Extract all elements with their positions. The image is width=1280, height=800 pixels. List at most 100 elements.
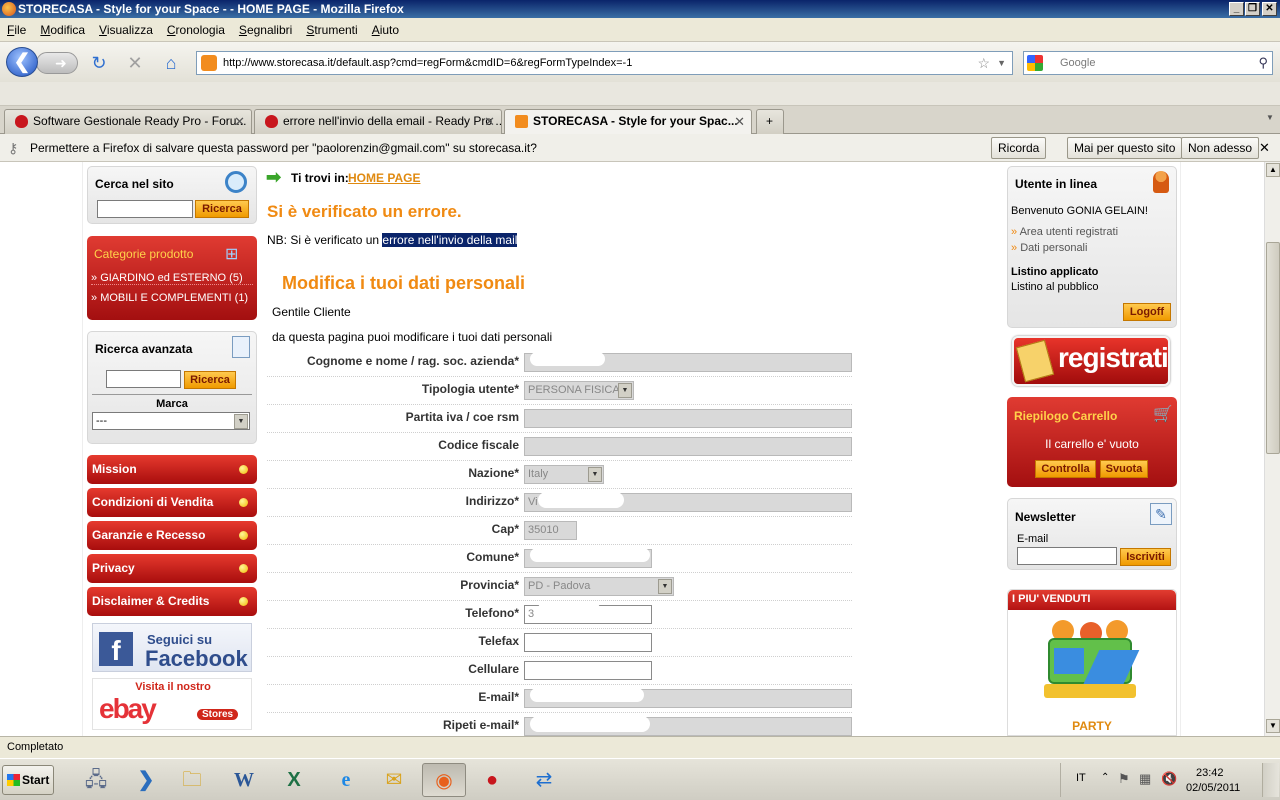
ebay-banner[interactable]: Visita il nostro ebay Stores xyxy=(92,678,252,730)
country-select[interactable]: Italy ▼ xyxy=(524,465,604,484)
start-button[interactable]: Start xyxy=(2,765,54,795)
row-separator xyxy=(267,572,852,573)
tab-forum[interactable]: Software Gestionale Ready Pro - Foru... … xyxy=(4,109,252,134)
powershell-icon[interactable]: ❯ xyxy=(124,763,168,797)
menu-label: Mission xyxy=(92,462,137,476)
tab-list-icon[interactable]: ▼ xyxy=(1266,113,1274,122)
not-now-button[interactable]: Non adesso xyxy=(1181,137,1260,159)
language-indicator[interactable]: IT xyxy=(1076,772,1086,784)
advanced-search-button[interactable]: Ricerca xyxy=(184,371,236,389)
menu-cronologia[interactable]: Cronologia xyxy=(160,18,232,37)
breadcrumb-home-link[interactable]: HOME PAGE xyxy=(348,171,420,185)
maximize-button[interactable]: ❐ xyxy=(1245,2,1260,16)
history-dropdown-icon[interactable]: ▼ xyxy=(997,52,1006,74)
tab-close-icon[interactable]: ✕ xyxy=(234,110,245,133)
tab-error-email[interactable]: errore nell'invio della email - Ready Pr… xyxy=(254,109,502,134)
ready-pro-strawberry-icon[interactable]: ● xyxy=(470,763,514,797)
vat-field[interactable] xyxy=(524,409,852,428)
newsletter-email-input[interactable] xyxy=(1017,547,1117,565)
scroll-thumb[interactable] xyxy=(1266,242,1280,454)
forward-button[interactable]: ➜ xyxy=(36,52,78,74)
registered-area-link[interactable]: » Area utenti registrati xyxy=(1011,226,1118,238)
newsletter-subscribe-button[interactable]: Iscriviti xyxy=(1120,548,1171,566)
search-icon[interactable]: ⚲ xyxy=(1258,52,1268,74)
tray-expand-icon[interactable]: ⌃ xyxy=(1101,772,1109,783)
user-type-select[interactable]: PERSONA FISICA ▼ xyxy=(524,381,634,400)
menu-conditions[interactable]: Condizioni di Vendita xyxy=(87,488,257,517)
category-item[interactable]: » MOBILI E COMPLEMENTI (1) xyxy=(91,292,253,304)
field-label-email-repeat: Ripeti e-mail* xyxy=(442,718,519,732)
personal-data-link[interactable]: » Dati personali xyxy=(1011,242,1087,254)
file-explorer-icon[interactable]: 🗀 xyxy=(170,763,214,797)
home-icon[interactable]: ⌂ xyxy=(160,52,182,74)
facebook-icon: f xyxy=(99,632,133,666)
menu-file[interactable]: File xyxy=(0,18,33,37)
mail-icon[interactable]: ✉ xyxy=(372,763,416,797)
site-search-button[interactable]: Ricerca xyxy=(195,200,249,218)
logoff-button[interactable]: Logoff xyxy=(1123,303,1171,321)
facebook-banner[interactable]: f Seguici su Facebook xyxy=(92,623,252,672)
bestseller-name[interactable]: PARTY xyxy=(1008,719,1176,733)
status-bar: Completato xyxy=(0,736,1280,758)
fax-field[interactable] xyxy=(524,633,652,652)
clock-date[interactable]: 02/05/2011 xyxy=(1186,782,1240,794)
menu-visualizza[interactable]: Visualizza xyxy=(92,18,160,37)
menu-disclaimer[interactable]: Disclaimer & Credits xyxy=(87,587,257,616)
site-search-input[interactable] xyxy=(97,200,193,218)
excel-icon[interactable]: X xyxy=(272,763,316,797)
province-select[interactable]: PD - Padova ▼ xyxy=(524,577,674,596)
url-bar[interactable]: http://www.storecasa.it/default.asp?cmd=… xyxy=(196,51,1013,75)
bouncy-castle-image[interactable] xyxy=(1044,620,1140,704)
back-button[interactable]: ❮ xyxy=(6,47,38,77)
fiscal-code-field[interactable] xyxy=(524,437,852,456)
minimize-button[interactable]: _ xyxy=(1229,2,1244,16)
menu-segnalibri[interactable]: Segnalibri xyxy=(232,18,299,37)
mobile-field[interactable] xyxy=(524,661,652,680)
scroll-up-icon[interactable]: ▲ xyxy=(1266,163,1280,177)
network-computer-icon[interactable]: 🖧 xyxy=(74,763,118,797)
search-bar[interactable]: Google ⚲ xyxy=(1023,51,1273,75)
menu-modifica[interactable]: Modifica xyxy=(33,18,92,37)
cap-field[interactable]: 35010 xyxy=(524,521,577,540)
tab-storecasa[interactable]: STORECASA - Style for your Spac... ✕ xyxy=(504,109,752,135)
teamviewer-icon[interactable]: ⇄ xyxy=(522,763,566,797)
menu-privacy[interactable]: Privacy xyxy=(87,554,257,583)
ebay-logo: ebay xyxy=(99,693,157,724)
cart-clear-button[interactable]: Svuota xyxy=(1100,460,1148,478)
brand-select[interactable]: --- ▼ xyxy=(92,412,250,430)
newsletter-title: Newsletter xyxy=(1015,510,1076,524)
pricelist-title: Listino applicato xyxy=(1011,266,1099,278)
menu-aiuto[interactable]: Aiuto xyxy=(365,18,406,37)
never-for-site-button[interactable]: Mai per questo sito xyxy=(1067,137,1183,159)
close-window-button[interactable]: ✕ xyxy=(1262,2,1277,16)
error-highlight: errore nell'invio della mail xyxy=(382,233,518,247)
tab-close-icon[interactable]: ✕ xyxy=(734,110,745,133)
cart-check-button[interactable]: Controlla xyxy=(1035,460,1096,478)
row-separator xyxy=(267,432,852,433)
vertical-scrollbar[interactable]: ▲ ▼ xyxy=(1264,162,1280,736)
google-engine-icon[interactable] xyxy=(1027,55,1043,71)
show-desktop-button[interactable] xyxy=(1262,763,1279,797)
volume-muted-icon[interactable]: 🔇 xyxy=(1161,771,1177,787)
new-tab-button[interactable]: + xyxy=(756,109,784,134)
clock-time[interactable]: 23:42 xyxy=(1196,767,1224,779)
menu-guarantees[interactable]: Garanzie e Recesso xyxy=(87,521,257,550)
firefox-taskbar-icon[interactable]: ◉ xyxy=(422,763,466,797)
word-icon[interactable]: W xyxy=(222,763,266,797)
menu-strumenti[interactable]: Strumenti xyxy=(299,18,364,37)
remember-password-button[interactable]: Ricorda xyxy=(991,137,1047,159)
scroll-down-icon[interactable]: ▼ xyxy=(1266,719,1280,733)
action-center-flag-icon[interactable]: ⚑ xyxy=(1118,771,1130,787)
close-notification-icon[interactable]: ✕ xyxy=(1259,140,1270,156)
reload-icon[interactable]: ↻ xyxy=(88,52,110,74)
tab-close-icon[interactable]: ✕ xyxy=(484,110,495,133)
network-icon[interactable]: ▦ xyxy=(1139,771,1151,787)
category-item[interactable]: » GIARDINO ed ESTERNO (5) xyxy=(91,272,253,285)
menu-mission[interactable]: Mission xyxy=(87,455,257,484)
field-value: 3 xyxy=(528,608,535,620)
bookmark-star-icon[interactable]: ☆ xyxy=(977,52,990,74)
stop-icon[interactable]: ✕ xyxy=(124,52,146,74)
advanced-search-input[interactable] xyxy=(106,370,181,388)
internet-explorer-icon[interactable]: e xyxy=(324,763,368,797)
register-banner[interactable]: registrati xyxy=(1012,336,1170,386)
